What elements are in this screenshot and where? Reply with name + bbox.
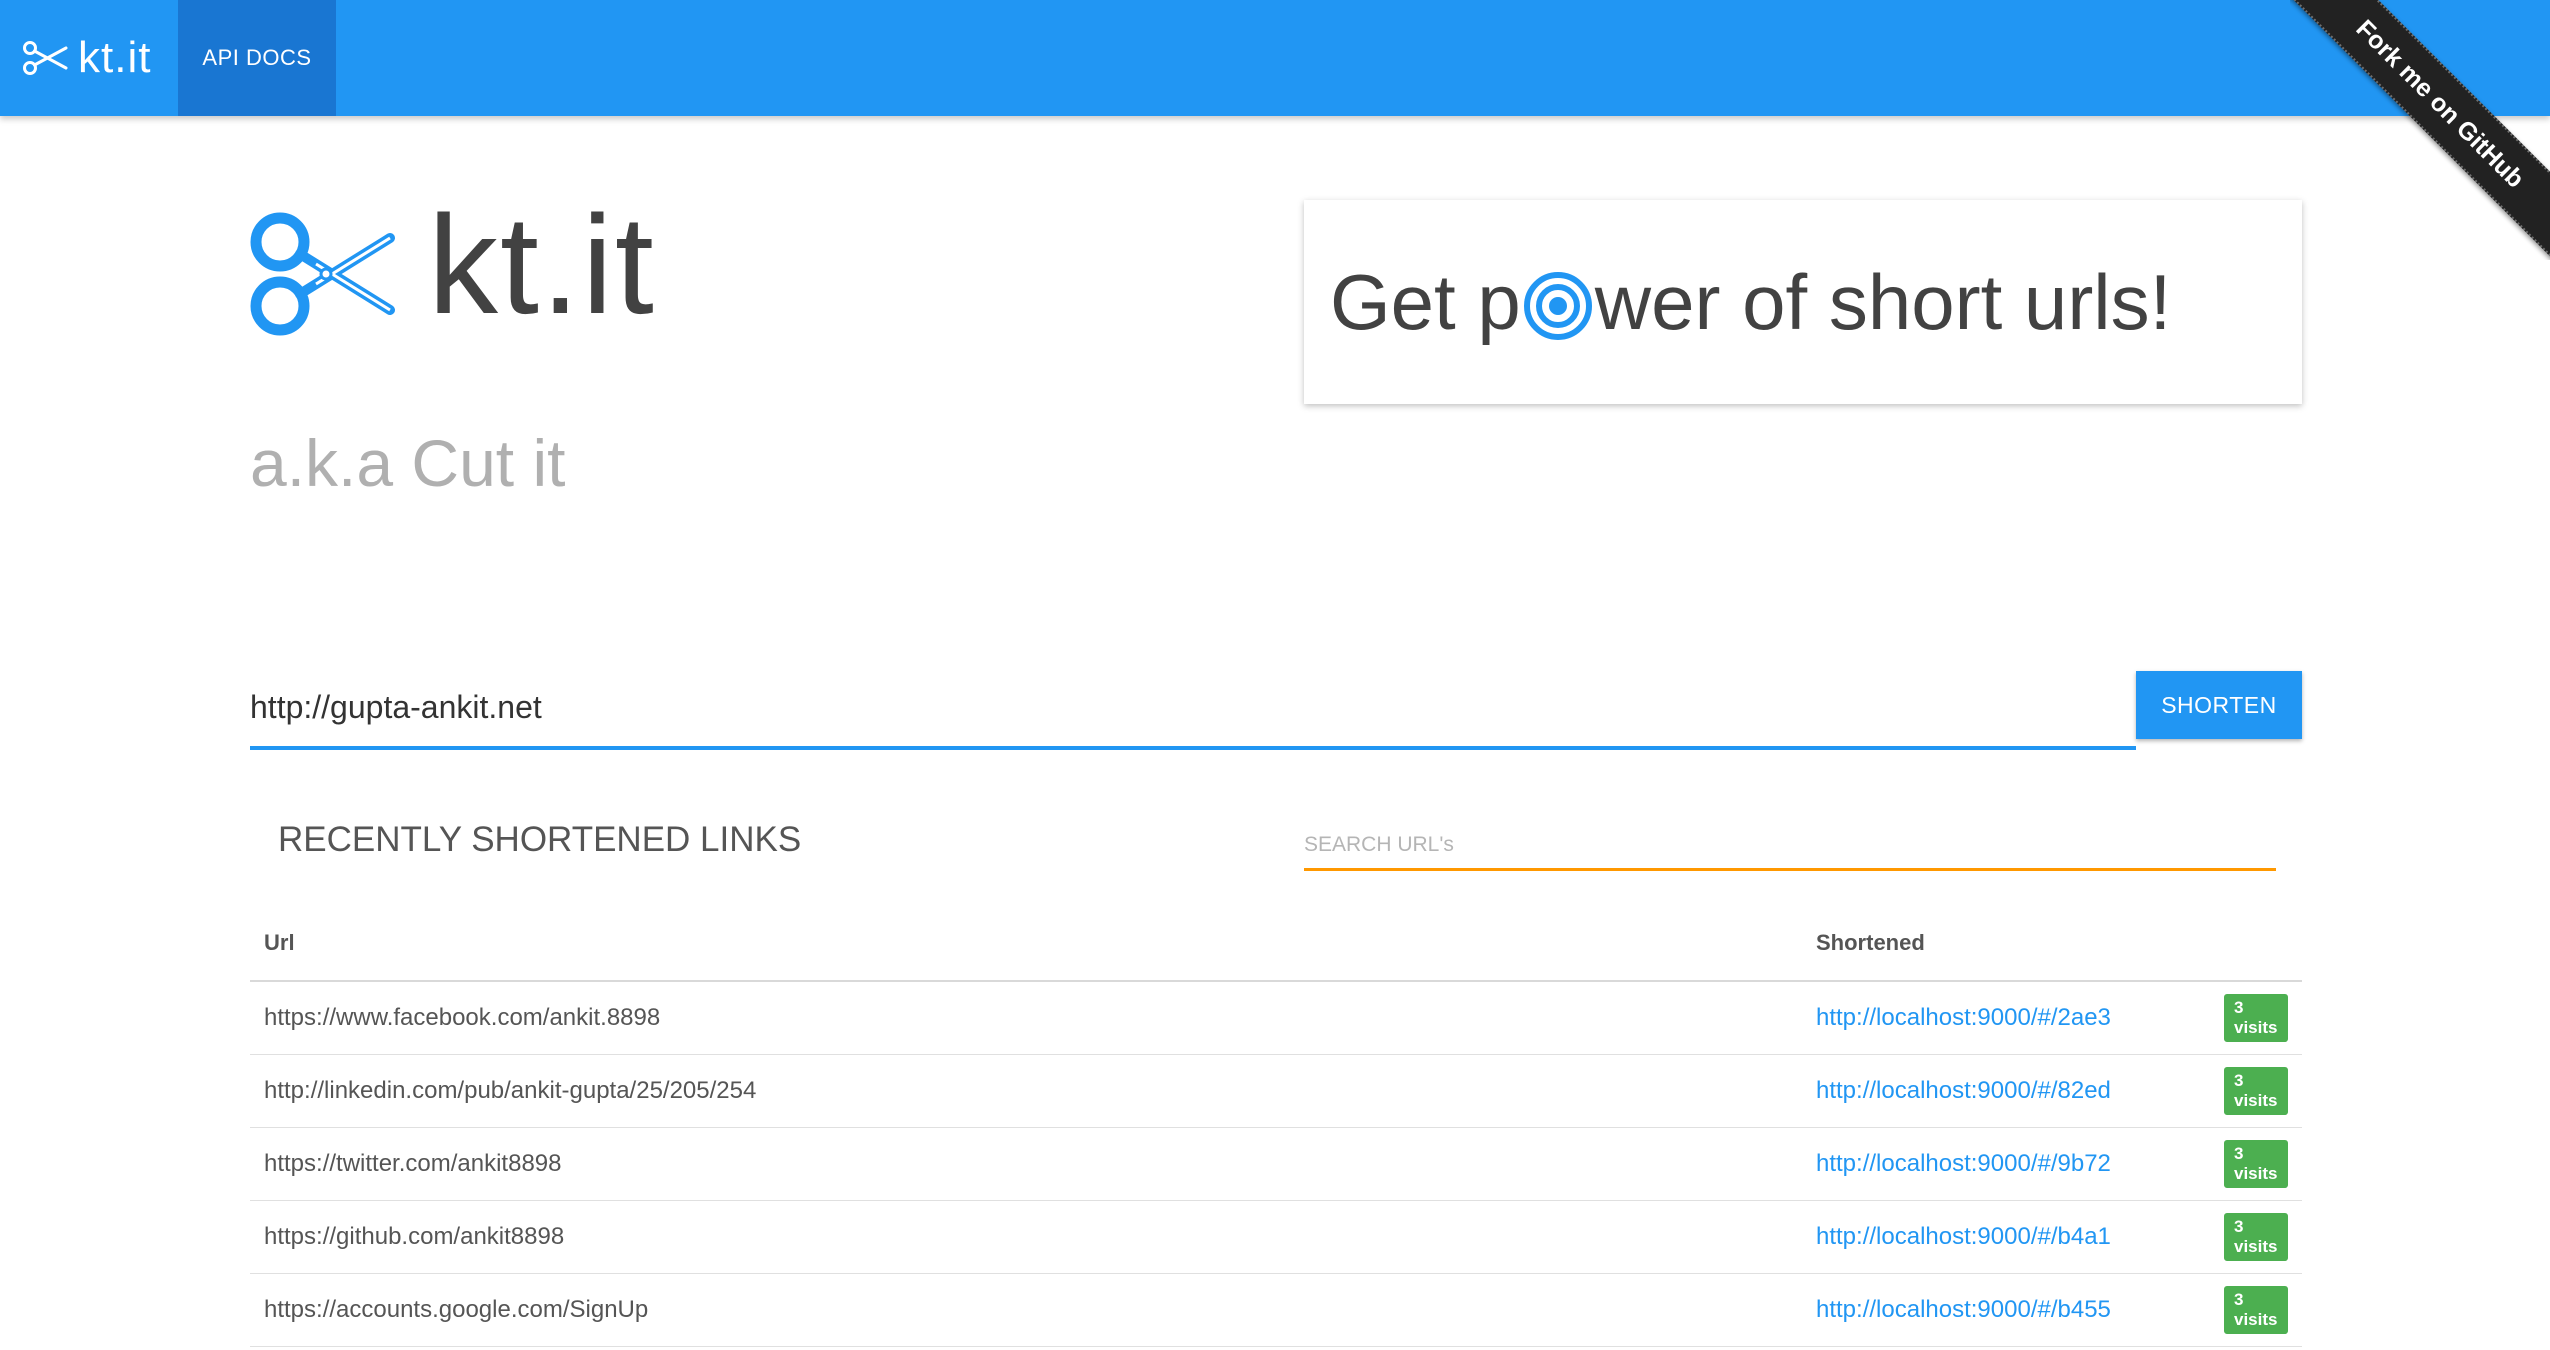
column-header-visits [2210,906,2302,982]
shortened-link[interactable]: http://localhost:9000/#/82ed [1816,1077,2111,1104]
hero-logo [248,210,396,338]
fork-on-github-ribbon[interactable]: Fork me on GitHub [2290,0,2550,260]
hero-title: kt.it [428,186,656,343]
nav-brand-text: kt.it [78,33,152,82]
search-urls-input[interactable] [1304,822,2276,871]
recent-links-table: Url Shortened https://www.facebook.com/a… [250,906,2302,1347]
visits-badge: 3 visits [2224,994,2288,1042]
tagline-prefix: Get p [1330,257,1521,346]
table-row: https://twitter.com/ankit8898 http://loc… [250,1127,2302,1201]
target-icon [1523,272,1592,340]
visits-badge: 3 visits [2224,1286,2288,1334]
table-row: https://github.com/ankit8898 http://loca… [250,1200,2302,1274]
original-url: http://linkedin.com/pub/ankit-gupta/25/2… [250,1054,1802,1128]
original-url: https://twitter.com/ankit8898 [250,1127,1802,1201]
table-header-row: Url Shortened [250,906,2302,982]
original-url: https://github.com/ankit8898 [250,1200,1802,1274]
tagline: Get p wer of short urls! [1330,257,2171,348]
hero-subtitle: a.k.a Cut it [250,426,566,500]
visits-badge: 3 visits [2224,1140,2288,1188]
tagline-card: Get p wer of short urls! [1304,200,2302,404]
table-row: http://linkedin.com/pub/ankit-gupta/25/2… [250,1054,2302,1128]
recent-links-title: RECENTLY SHORTENED LINKS [278,820,802,859]
original-url: https://www.facebook.com/ankit.8898 [250,981,1802,1055]
scissors-icon [23,41,68,75]
api-docs-link[interactable]: API DOCS [178,0,336,116]
column-header-url: Url [250,906,1802,982]
table-row: https://accounts.google.com/SignUp http:… [250,1273,2302,1347]
shortened-link[interactable]: http://localhost:9000/#/2ae3 [1816,1004,2111,1031]
table-row: https://www.facebook.com/ankit.8898 http… [250,981,2302,1055]
column-header-shortened: Shortened [1802,906,2210,982]
visits-badge: 3 visits [2224,1067,2288,1115]
shortened-link[interactable]: http://localhost:9000/#/b455 [1816,1296,2111,1323]
shorten-button[interactable]: SHORTEN [2136,671,2302,739]
scissors-icon [250,212,395,336]
url-input[interactable] [250,668,2136,750]
nav-brand-link[interactable]: kt.it [22,0,151,116]
original-url: https://accounts.google.com/SignUp [250,1273,1802,1347]
tagline-suffix: wer of short urls! [1594,257,2172,346]
visits-badge: 3 visits [2224,1213,2288,1261]
github-ribbon-container: Fork me on GitHub [2290,0,2550,260]
shortened-link[interactable]: http://localhost:9000/#/9b72 [1816,1150,2111,1177]
shortened-link[interactable]: http://localhost:9000/#/b4a1 [1816,1223,2111,1250]
top-navbar: kt.it API DOCS Fork me on GitHub [0,0,2550,260]
